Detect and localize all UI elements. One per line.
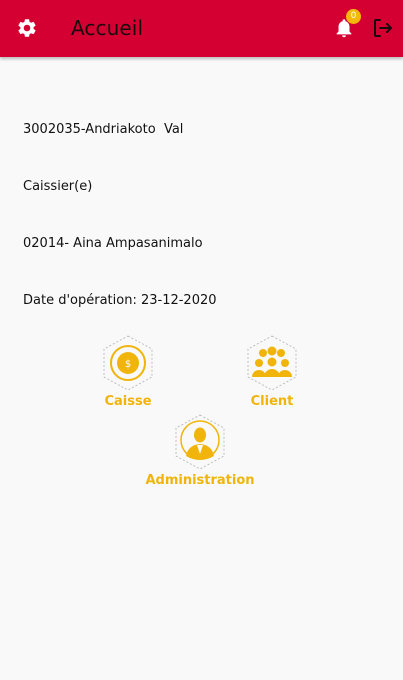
operator-info: 3002035-Andriakoto Val Caissier(e) 02014… bbox=[23, 82, 217, 329]
logout-icon bbox=[374, 19, 392, 37]
page-title: Accueil bbox=[71, 16, 144, 40]
operator-role: Caissier(e) bbox=[23, 179, 93, 194]
cash-register-icon: $ bbox=[103, 335, 153, 391]
administration-menu-item[interactable]: Administration bbox=[140, 414, 260, 494]
notifications-button[interactable]: 0 bbox=[330, 9, 361, 42]
app-bar: Accueil 0 bbox=[0, 0, 403, 57]
client-menu-item[interactable]: Client bbox=[212, 335, 332, 415]
settings-button[interactable] bbox=[13, 14, 41, 42]
operator-id-name: 3002035-Andriakoto Val bbox=[23, 122, 184, 137]
caisse-label: Caisse bbox=[104, 394, 152, 409]
administrator-icon bbox=[175, 414, 225, 470]
administration-label: Administration bbox=[145, 473, 255, 488]
notification-count-badge: 0 bbox=[346, 9, 361, 24]
client-group-icon bbox=[247, 335, 297, 391]
gear-icon bbox=[18, 19, 36, 37]
operation-date: Date d'opération: 23-12-2020 bbox=[23, 293, 217, 308]
svg-text:$: $ bbox=[125, 359, 131, 370]
client-label: Client bbox=[250, 394, 294, 409]
logout-button[interactable] bbox=[369, 14, 397, 42]
agency: 02014- Aina Ampasanimalo bbox=[23, 236, 203, 251]
caisse-menu-item[interactable]: $ Caisse bbox=[68, 335, 188, 415]
